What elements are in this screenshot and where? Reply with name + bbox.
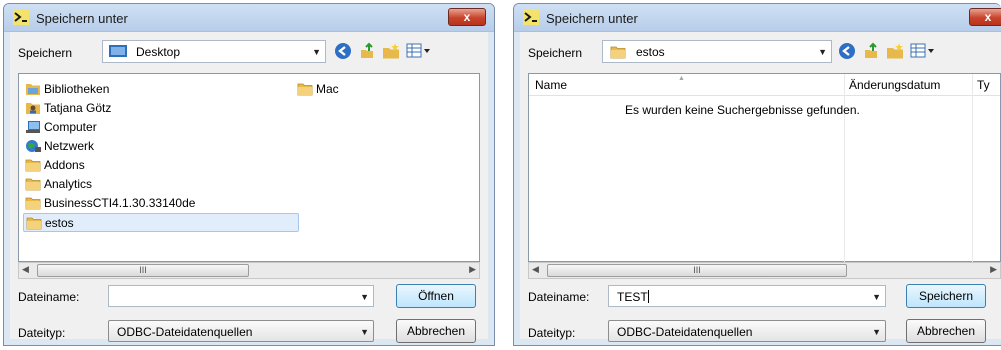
save-button[interactable]: Speichern [906, 284, 986, 308]
horizontal-scrollbar[interactable]: ◀ III ▶ [18, 262, 480, 279]
folder-icon [26, 216, 42, 230]
filetype-label: Dateityp: [528, 326, 576, 340]
filename-input[interactable]: TEST ▼ [608, 285, 886, 307]
folder-icon [25, 196, 41, 210]
list-item[interactable]: Tatjana Götz [23, 99, 111, 118]
scroll-right-icon[interactable]: ▶ [990, 264, 997, 275]
look-in-value: Desktop [136, 45, 181, 59]
open-button[interactable]: Öffnen [396, 284, 476, 308]
back-icon[interactable] [334, 42, 352, 60]
up-folder-icon[interactable] [358, 42, 376, 60]
look-in-label: Speichern [528, 46, 583, 60]
desktop-icon [109, 45, 127, 57]
close-button[interactable]: x [448, 8, 486, 26]
look-in-dropdown[interactable]: Desktop ▼ [102, 40, 326, 63]
save-as-dialog-desktop: Speichern unter x Speichern Desktop ▼ Bi… [3, 3, 495, 346]
list-item[interactable]: BusinessCTI4.1.30.33140de [23, 194, 195, 213]
list-item-selected[interactable]: estos [23, 213, 299, 232]
chevron-down-icon: ▼ [360, 327, 369, 337]
column-header-date[interactable]: Änderungsdatum [849, 78, 940, 92]
list-item[interactable]: Netzwerk [23, 137, 94, 156]
empty-results-message: Es wurden keine Suchergebnisse gefunden. [625, 103, 860, 117]
list-item[interactable]: Analytics [23, 175, 92, 194]
scroll-thumb[interactable]: III [547, 264, 847, 277]
app-icon [523, 9, 539, 25]
title-bar[interactable]: Speichern unter x [514, 4, 1001, 32]
app-icon [13, 9, 29, 25]
look-in-dropdown[interactable]: estos ▼ [602, 40, 832, 63]
column-header-type[interactable]: Ty [977, 78, 990, 92]
title-bar[interactable]: Speichern unter x [4, 4, 494, 32]
file-list[interactable]: Bibliotheken Tatjana Götz Computer Netzw… [18, 73, 480, 262]
list-item[interactable]: Computer [23, 118, 97, 137]
chevron-down-icon[interactable]: ▼ [360, 292, 369, 302]
dialog-title: Speichern unter [546, 11, 638, 26]
new-folder-icon[interactable] [382, 42, 400, 60]
folder-icon [609, 45, 627, 59]
filetype-dropdown[interactable]: ODBC-Dateidatenquellen ▼ [608, 320, 886, 342]
filename-input[interactable]: ▼ [108, 285, 374, 307]
chevron-down-icon: ▼ [872, 327, 881, 337]
cancel-button[interactable]: Abbrechen [396, 319, 476, 343]
filetype-label: Dateityp: [18, 326, 66, 340]
column-header-row: ▲ Name Änderungsdatum Ty [529, 74, 1000, 96]
scroll-left-icon[interactable]: ◀ [532, 264, 539, 275]
chevron-down-icon: ▼ [312, 47, 321, 57]
view-menu-icon[interactable] [910, 42, 936, 60]
look-in-label: Speichern [18, 46, 73, 60]
save-as-dialog-estos: Speichern unter x Speichern estos ▼ ▲ Na… [513, 3, 1001, 346]
column-header-name[interactable]: Name [535, 78, 567, 92]
look-in-value: estos [636, 45, 665, 59]
list-item[interactable]: Addons [23, 156, 85, 175]
horizontal-scrollbar[interactable]: ◀ III ▶ [528, 262, 1001, 279]
separator [498, 0, 510, 350]
libraries-icon [26, 84, 40, 95]
cancel-button[interactable]: Abbrechen [906, 319, 986, 343]
back-icon[interactable] [838, 42, 856, 60]
user-folder-icon [26, 103, 40, 114]
filename-label: Dateiname: [18, 290, 80, 304]
view-menu-icon[interactable] [406, 42, 432, 60]
sort-ascending-icon: ▲ [678, 75, 685, 82]
close-button[interactable]: x [969, 8, 1001, 26]
filetype-dropdown[interactable]: ODBC-Dateidatenquellen ▼ [108, 320, 374, 342]
folder-icon [297, 82, 313, 96]
file-list[interactable]: ▲ Name Änderungsdatum Ty Es wurden keine… [528, 73, 1001, 263]
up-folder-icon[interactable] [862, 42, 880, 60]
list-item[interactable]: Bibliotheken [23, 80, 109, 99]
folder-icon [25, 158, 41, 172]
computer-icon [26, 121, 40, 133]
column-divider[interactable] [972, 74, 973, 263]
dialog-title: Speichern unter [36, 11, 128, 26]
list-item[interactable]: Mac [295, 80, 339, 99]
scroll-left-icon[interactable]: ◀ [22, 264, 29, 275]
folder-icon [25, 177, 41, 191]
new-folder-icon[interactable] [886, 42, 904, 60]
filename-label: Dateiname: [528, 290, 590, 304]
text-cursor [647, 290, 649, 303]
scroll-right-icon[interactable]: ▶ [469, 264, 476, 275]
chevron-down-icon: ▼ [818, 47, 827, 57]
network-icon [26, 140, 41, 152]
chevron-down-icon[interactable]: ▼ [872, 292, 881, 302]
scroll-thumb[interactable]: III [37, 264, 249, 277]
